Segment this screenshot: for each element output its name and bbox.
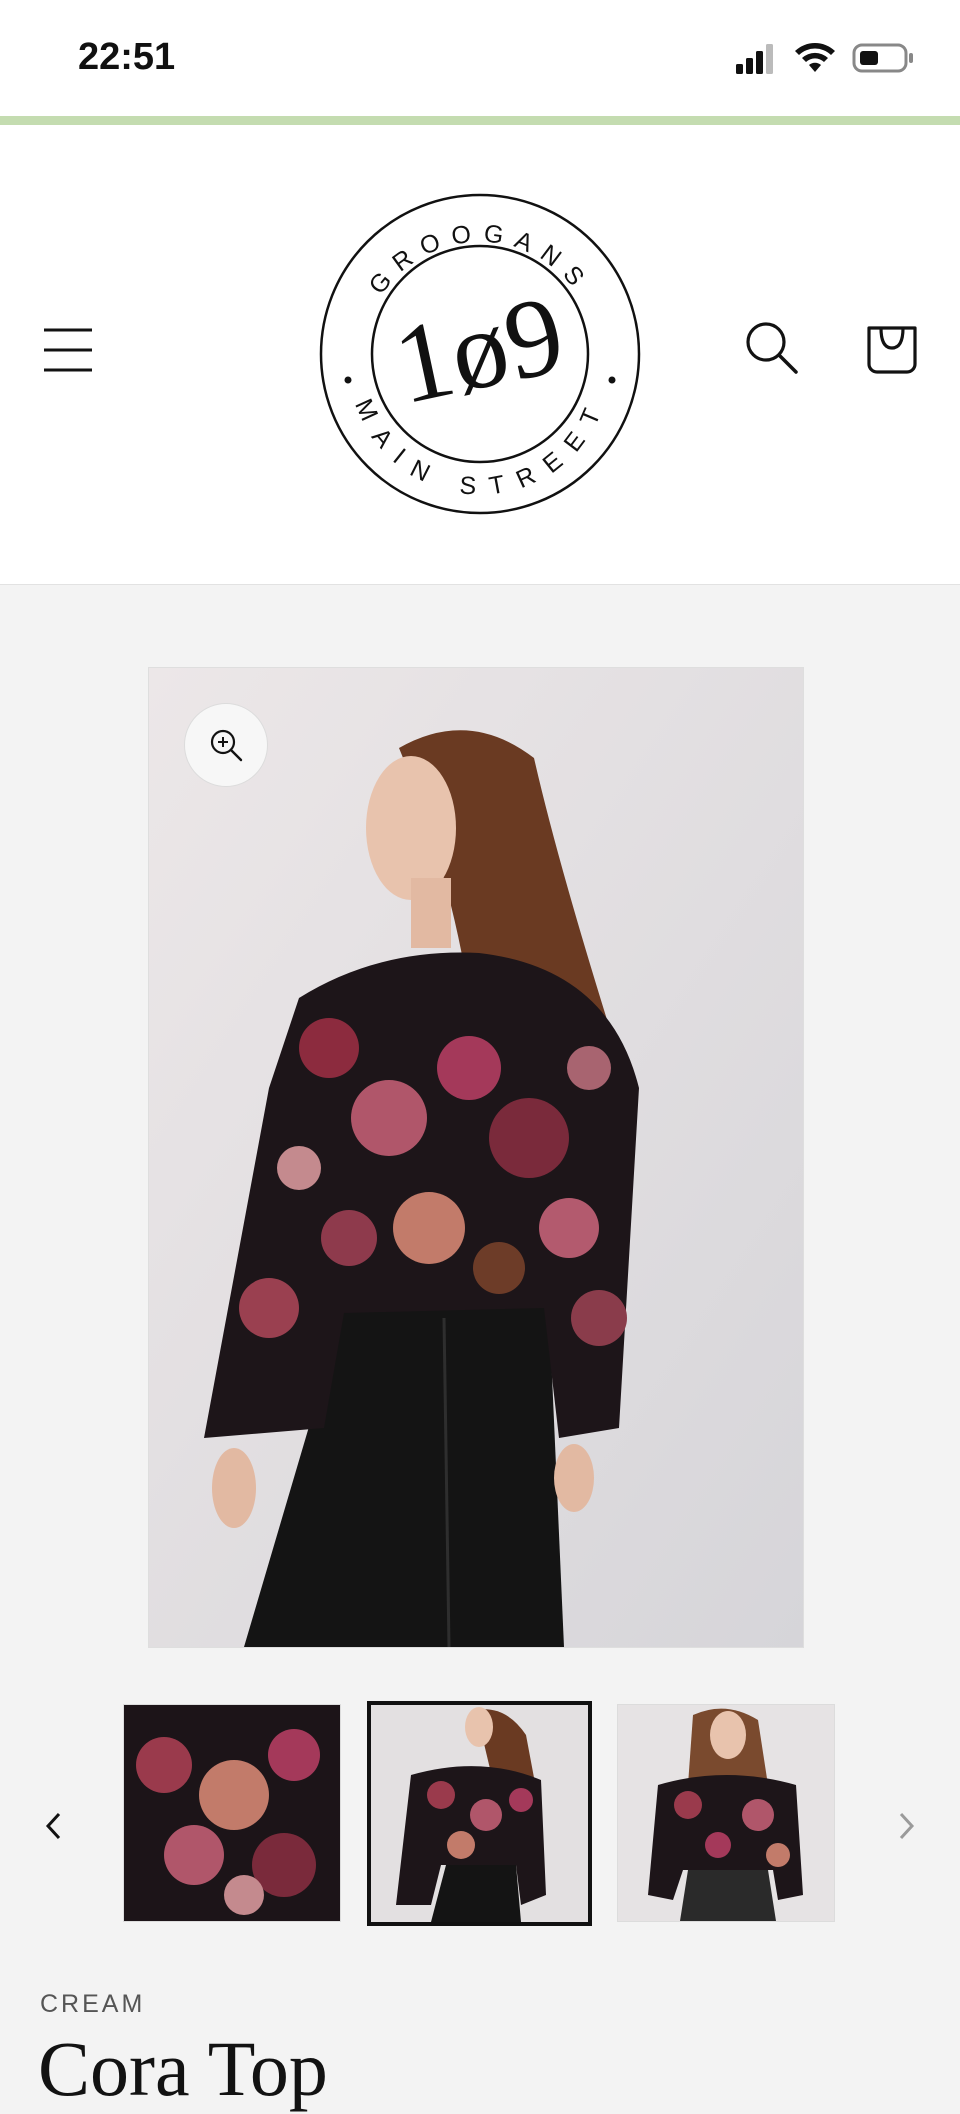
- thumbnail-image: [124, 1705, 340, 1921]
- chevron-left-icon: [45, 1812, 61, 1840]
- thumbnail-front-view[interactable]: [617, 1704, 835, 1922]
- thumbnail-back-view[interactable]: [367, 1701, 592, 1926]
- thumbnail-prev-button[interactable]: [36, 1806, 72, 1846]
- logo-number: 1ø9: [384, 272, 574, 428]
- product-title: Cora Top: [38, 2025, 328, 2112]
- battery-icon: [852, 43, 913, 73]
- search-button[interactable]: [742, 318, 802, 378]
- thumbnail-image: [371, 1705, 588, 1922]
- thumbnail-image: [618, 1705, 834, 1921]
- search-icon: [746, 322, 798, 374]
- zoom-button[interactable]: [184, 703, 268, 787]
- product-main-image[interactable]: [148, 667, 804, 1648]
- wifi-icon: [795, 43, 835, 72]
- product-vendor: CREAM: [40, 1990, 146, 2018]
- status-icons: [734, 42, 914, 74]
- logo-seal: GROOGANS MAIN STREET 1ø9: [319, 193, 641, 515]
- thumbnail-next-button[interactable]: [888, 1806, 924, 1846]
- store-logo[interactable]: GROOGANS MAIN STREET 1ø9: [315, 189, 645, 519]
- menu-button[interactable]: [38, 320, 98, 380]
- announcement-accent-line: [0, 116, 960, 125]
- thumbnail-back-closeup[interactable]: [123, 1704, 341, 1922]
- cellular-signal-icon: [736, 44, 773, 74]
- hamburger-icon: [44, 328, 92, 372]
- status-time: 22:51: [78, 36, 176, 78]
- status-bar: 22:51: [0, 0, 960, 116]
- product-photo: [149, 668, 803, 1647]
- cart-button[interactable]: [862, 318, 922, 378]
- zoom-in-icon: [210, 729, 243, 762]
- chevron-right-icon: [899, 1812, 915, 1840]
- cart-icon: [867, 326, 917, 374]
